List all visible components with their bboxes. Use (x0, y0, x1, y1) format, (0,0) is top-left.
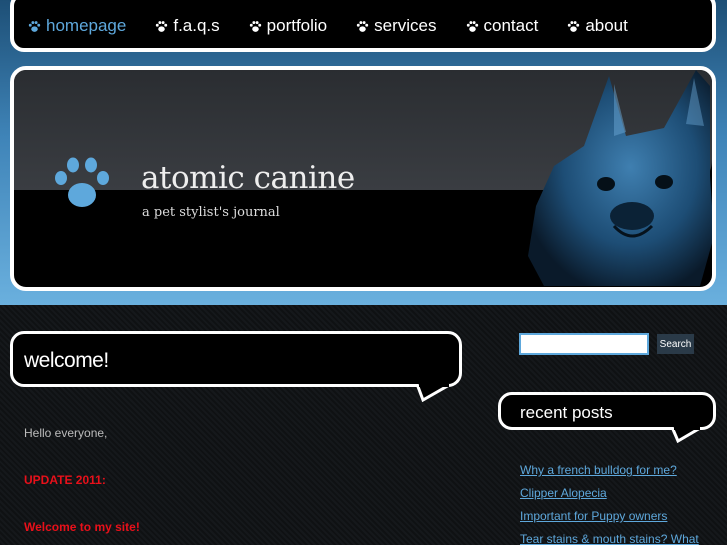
recent-posts-title: recent posts (520, 403, 613, 422)
speech-tail (415, 384, 452, 402)
recent-posts-list: Why a french bulldog for me? Clipper Alo… (520, 463, 727, 545)
search-button[interactable]: Search (657, 334, 694, 354)
nav-item-contact[interactable]: contact (466, 11, 539, 41)
nav-item-about[interactable]: about (567, 11, 628, 41)
french-bulldog-image (528, 70, 712, 286)
paw-icon (28, 20, 41, 32)
nav-item-homepage[interactable]: homepage (28, 11, 126, 41)
recent-post-link[interactable]: Clipper Alopecia (520, 486, 727, 509)
main-nav: homepage f.a.q.s portfolio services cont… (10, 0, 716, 52)
recent-post-link[interactable]: Important for Puppy owners (520, 509, 727, 532)
paw-icon (356, 20, 369, 32)
site-tagline: a pet stylist's journal (142, 205, 280, 220)
nav-label: portfolio (266, 16, 328, 35)
recent-post-link[interactable]: Tear stains & mouth stains? What (520, 532, 727, 545)
paw-icon (568, 20, 580, 32)
update-heading: UPDATE 2011: (24, 473, 106, 487)
recent-post-link[interactable]: Why a french bulldog for me? (520, 463, 727, 486)
nav-label: f.a.q.s (173, 16, 220, 35)
paw-icon (156, 20, 168, 32)
paw-icon (466, 20, 478, 32)
welcome-title: welcome! (24, 349, 109, 372)
welcome-heading: Welcome to my site! (24, 520, 140, 534)
site-title[interactable]: atomic canine (141, 160, 355, 196)
nav-label: services (374, 16, 437, 35)
nav-item-faqs[interactable]: f.a.q.s (155, 11, 220, 41)
post-paragraph: Hello everyone, (24, 426, 108, 440)
site-header: atomic canine a pet stylist's journal (10, 66, 716, 291)
nav-item-portfolio[interactable]: portfolio (249, 11, 327, 41)
welcome-bubble: welcome! (10, 331, 462, 387)
speech-tail (670, 427, 703, 443)
recent-posts-bubble: recent posts (498, 392, 716, 430)
nav-label: homepage (46, 16, 127, 35)
nav-label: about (585, 16, 628, 35)
paw-logo-icon (55, 157, 109, 207)
search-input[interactable] (519, 333, 649, 355)
nav-label: contact (483, 16, 539, 35)
paw-icon (249, 20, 261, 32)
nav-item-services[interactable]: services (356, 11, 437, 41)
